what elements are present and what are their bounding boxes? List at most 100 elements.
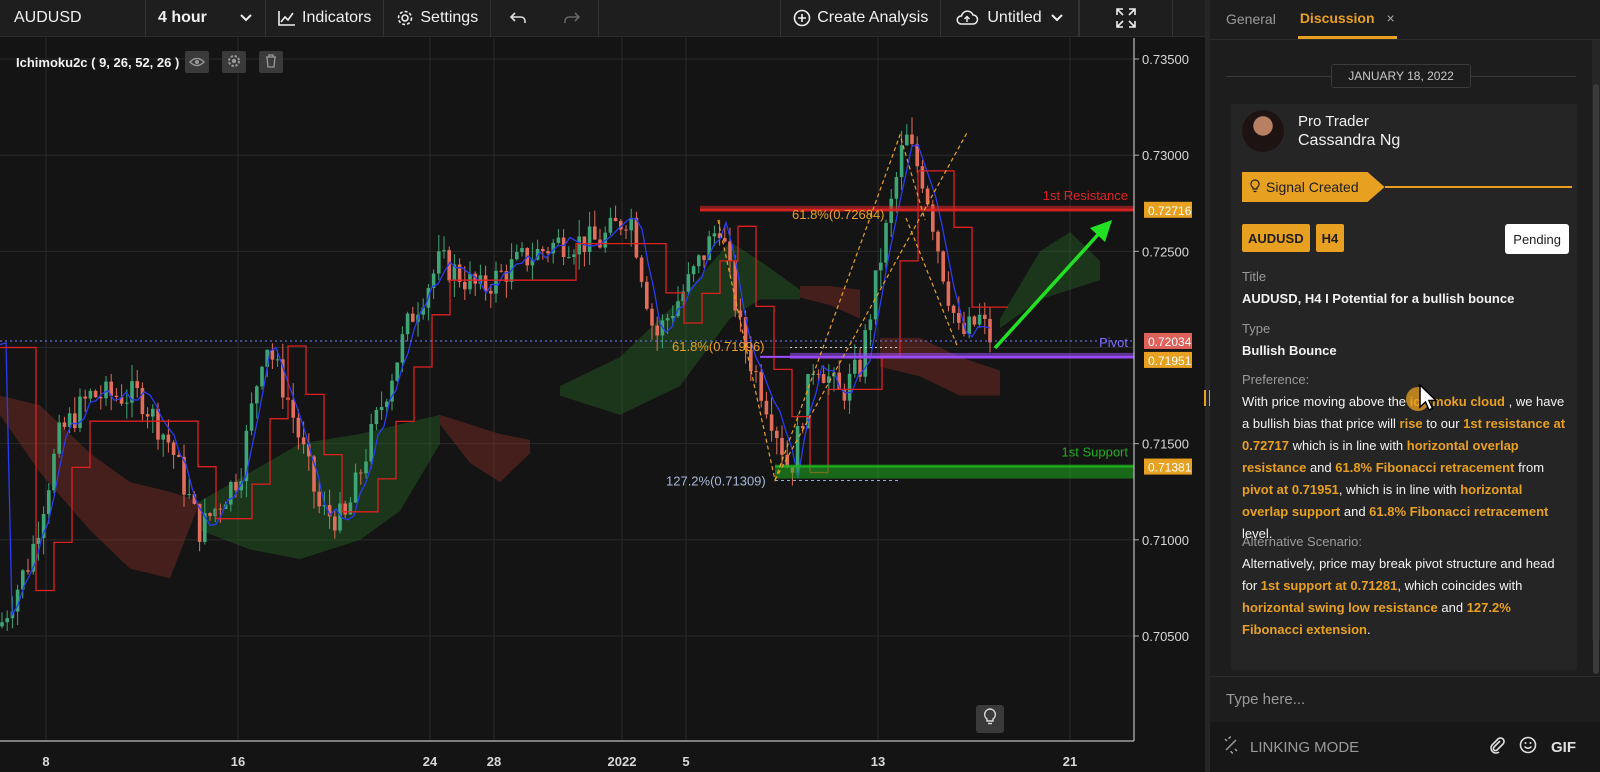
candle-body [171, 442, 176, 456]
candle-body [577, 236, 581, 255]
highlight-term: 1st support at 0.71281 [1260, 578, 1398, 593]
emoji-icon[interactable] [1519, 736, 1537, 758]
timeframe-badge: H4 [1315, 224, 1345, 252]
app-window: AUDUSD 4 hour Indicators Settings Create… [0, 0, 1600, 772]
candle-body [697, 255, 701, 267]
candle-body [936, 231, 940, 252]
avatar[interactable] [1242, 110, 1284, 152]
fib-retrace-line [905, 217, 959, 349]
create-analysis-button[interactable]: Create Analysis [781, 0, 942, 37]
interval-dropdown[interactable]: 4 hour [146, 0, 266, 37]
type-value: Bullish Bounce [1242, 343, 1337, 358]
candle-body [634, 217, 639, 258]
panel-tabs: General Discussion × [1210, 0, 1600, 40]
layout-dropdown[interactable]: Untitled [941, 0, 1079, 37]
scroll-thumb[interactable] [1593, 84, 1599, 674]
candle-body [941, 251, 945, 282]
candle-body [5, 618, 9, 623]
alternative-label: Alternative Scenario: [1242, 534, 1362, 549]
candle-body [333, 516, 337, 531]
candle-body [291, 399, 295, 418]
link-icon [1222, 736, 1240, 758]
candle-body [499, 270, 503, 272]
candle-body [255, 386, 259, 404]
candle-body [967, 316, 971, 334]
undo-button[interactable] [491, 0, 545, 37]
settings-label: Settings [420, 9, 479, 26]
candle-body [853, 359, 857, 374]
date-pill: JANUARY 18, 2022 [1331, 64, 1471, 88]
tab-general[interactable]: General [1226, 0, 1276, 39]
candle-body [437, 251, 441, 274]
title-label: Title [1242, 269, 1267, 284]
highlight-term: pivot at 0.71951 [1242, 482, 1339, 497]
candle-body [567, 256, 571, 258]
highlight-term: 61.8% Fibonacci retracement [1335, 460, 1515, 475]
candle-body [52, 453, 56, 491]
price-chart[interactable]: 1st Resistance61.8%(0.72684)Pivot61.8%(0… [0, 38, 1205, 772]
idea-button[interactable] [976, 705, 1004, 733]
candle-body [639, 257, 644, 282]
candle-body [629, 217, 633, 231]
candle-body [556, 237, 561, 243]
candle-body [348, 502, 353, 515]
candle-body [353, 472, 358, 503]
date-tick-label: 24 [423, 754, 438, 769]
symbol-selector[interactable]: AUDUSD [0, 0, 146, 37]
indicator-delete-button[interactable] [259, 51, 284, 73]
title-value: AUDUSD, H4 I Potential for a bullish bou… [1242, 291, 1515, 306]
alternative-text: Alternatively, price may break pivot str… [1242, 553, 1566, 641]
paperclip-icon[interactable] [1489, 736, 1505, 758]
tab-discussion[interactable]: Discussion × [1297, 0, 1397, 39]
candle-body [62, 422, 67, 427]
resistance-label: 1st Resistance [1043, 188, 1128, 203]
candle-body [275, 359, 280, 361]
candle-body [520, 248, 524, 253]
layout-label: Untitled [987, 9, 1042, 26]
author-name[interactable]: Cassandra Ng [1298, 131, 1400, 150]
text-run: from [1514, 460, 1545, 475]
indicator-settings-button[interactable] [222, 51, 247, 73]
gif-button[interactable]: GIF [1551, 739, 1576, 756]
undo-icon [509, 11, 527, 25]
fullscreen-button[interactable] [1078, 0, 1173, 37]
composer-toolbar: LINKING MODE GIF [1210, 722, 1600, 772]
candle-body [104, 381, 108, 399]
candle-body [894, 177, 899, 199]
eye-icon [189, 55, 206, 70]
ichimoku-cloud [0, 232, 1100, 579]
candle-body [645, 281, 649, 309]
candle-body [665, 318, 670, 321]
linking-mode-button[interactable]: LINKING MODE [1222, 736, 1359, 758]
lightbulb-icon [983, 707, 997, 731]
candle-body [405, 313, 410, 335]
settings-button[interactable]: Settings [384, 0, 492, 37]
candle-body [317, 491, 321, 507]
type-label: Type [1242, 321, 1271, 336]
candle-body [0, 622, 4, 627]
fib-pivot-label: 61.8%(0.71996) [672, 339, 765, 354]
candle-body [712, 233, 717, 237]
message-input[interactable] [1226, 687, 1576, 711]
redo-button[interactable] [545, 0, 600, 37]
candle-body [260, 366, 264, 387]
candle-body [951, 305, 956, 313]
indicators-button[interactable]: Indicators [266, 0, 385, 37]
chevron-down-icon [239, 13, 253, 23]
text-run: which is in line with [1289, 438, 1407, 453]
candle-body [125, 402, 129, 404]
resistance-price-tag: 0.72716 [1148, 204, 1192, 218]
highlight-term: horizontal swing low resistance [1242, 600, 1438, 615]
close-icon[interactable]: × [1387, 10, 1395, 26]
trash-icon [265, 53, 277, 71]
highlight-term: rise [1399, 416, 1423, 431]
visibility-toggle[interactable] [185, 51, 210, 73]
panel-scrollbar[interactable] [1592, 40, 1600, 674]
plus-circle-icon [793, 9, 811, 27]
candle-body [613, 217, 618, 222]
date-divider: JANUARY 18, 2022 [1226, 64, 1576, 88]
candle-body [395, 362, 399, 381]
candle-body [218, 508, 223, 510]
candle-body [145, 414, 150, 417]
support-price-tag: 0.71381 [1148, 461, 1192, 475]
